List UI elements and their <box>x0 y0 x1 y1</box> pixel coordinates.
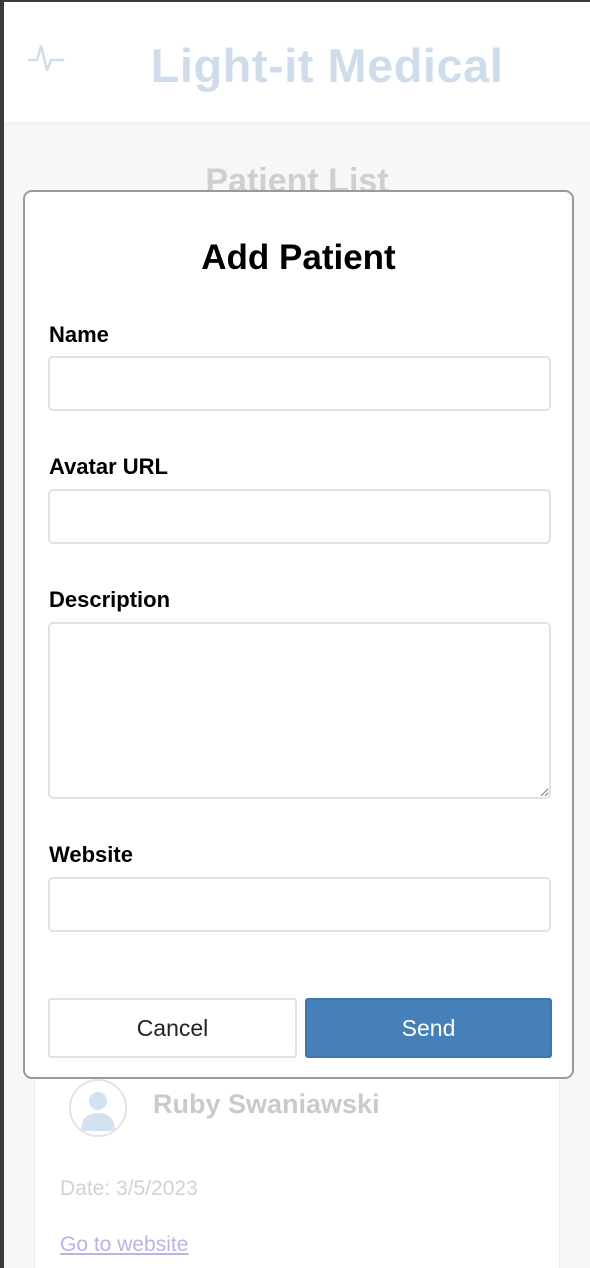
website-link[interactable]: Go to website <box>60 1233 188 1257</box>
name-label: Name <box>49 322 109 347</box>
add-patient-modal: Add Patient Name Avatar URL Description … <box>23 190 574 1079</box>
app-title: Light-it Medical <box>150 39 504 92</box>
patient-name: Ruby Swaniawski <box>153 1089 380 1119</box>
cancel-button[interactable]: Cancel <box>48 998 297 1058</box>
app-container: Light-it Medical Patient List Ruby Swani… <box>4 2 590 1268</box>
website-label: Website <box>49 842 133 867</box>
description-textarea[interactable] <box>48 622 551 799</box>
name-input[interactable] <box>48 356 551 411</box>
user-avatar-icon <box>69 1079 127 1137</box>
app-header: Light-it Medical <box>4 2 590 122</box>
modal-title: Add Patient <box>201 238 396 277</box>
patient-date: Date: 3/5/2023 <box>60 1177 198 1200</box>
send-button[interactable]: Send <box>305 998 552 1058</box>
avatar-url-label: Avatar URL <box>49 454 168 479</box>
description-label: Description <box>49 587 171 612</box>
website-input[interactable] <box>48 877 551 932</box>
avatar-url-input[interactable] <box>48 489 551 544</box>
